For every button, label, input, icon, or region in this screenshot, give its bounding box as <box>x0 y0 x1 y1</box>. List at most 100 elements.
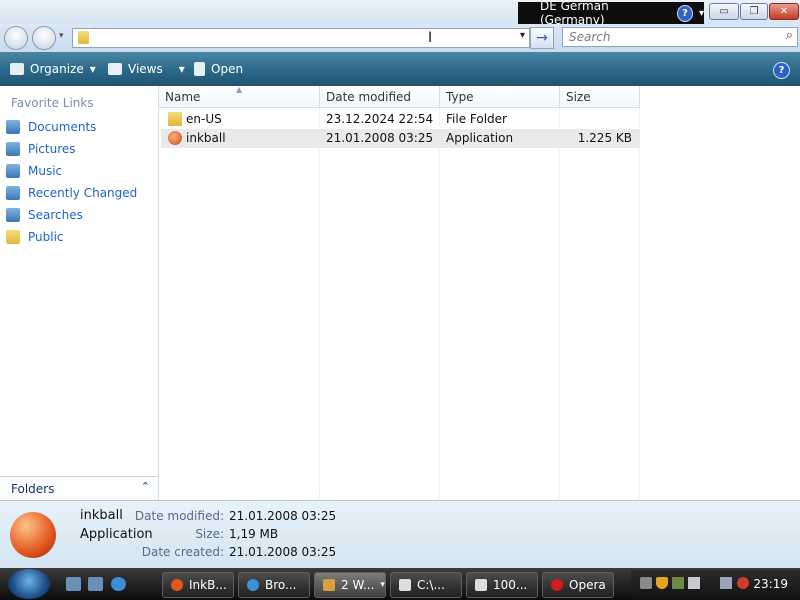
clock[interactable]: 23:19 <box>753 577 788 591</box>
minimize-button[interactable]: ▭ <box>709 3 739 20</box>
nav-item-public[interactable]: Public <box>6 230 64 244</box>
nav-item-label: Public <box>28 230 64 244</box>
nav-item-label: Pictures <box>28 142 76 156</box>
details-value-date-created: 21.01.2008 03:25 <box>229 545 337 559</box>
text-cursor-icon: I <box>428 30 433 46</box>
search-placeholder: Search <box>569 30 611 44</box>
sort-indicator-icon: ▲ <box>236 85 243 94</box>
nav-item-pictures[interactable]: Pictures <box>6 142 76 156</box>
nav-item-documents[interactable]: Documents <box>6 120 96 134</box>
language-help-icon[interactable]: ? <box>677 4 693 22</box>
security-shield-icon[interactable] <box>656 577 668 589</box>
file-row-en-us[interactable]: en-US 23.12.2024 22:54 File Folder <box>161 110 640 129</box>
column-header-size[interactable]: Size <box>560 86 640 108</box>
views-icon <box>108 63 122 75</box>
recently-changed-icon <box>6 186 20 200</box>
help-icon[interactable]: ? <box>773 62 790 79</box>
search-icon[interactable]: ⌕ <box>786 28 793 43</box>
details-label-size: Size: <box>195 527 224 541</box>
navigation-pane: Favorite Links Documents Pictures Music … <box>0 86 159 500</box>
back-button[interactable] <box>4 26 28 50</box>
chevron-down-icon: ▾ <box>178 62 185 76</box>
address-dropdown-icon[interactable]: ▾ <box>520 30 525 41</box>
column-header-date-modified[interactable]: Date modified <box>320 86 440 108</box>
go-button[interactable]: → <box>530 27 554 49</box>
tray-app-icon[interactable] <box>640 577 652 589</box>
open-button[interactable]: Open <box>194 62 243 76</box>
inkball-app-icon <box>10 512 56 558</box>
file-name: en-US <box>186 112 222 126</box>
nav-item-searches[interactable]: Searches <box>6 208 83 222</box>
forward-button[interactable] <box>32 26 56 50</box>
search-input[interactable]: Search ⌕ <box>562 27 798 47</box>
start-button[interactable] <box>8 569 50 599</box>
show-desktop-icon[interactable] <box>66 577 81 591</box>
maximize-button[interactable]: ❐ <box>740 3 768 20</box>
chevron-up-icon: ⌃ <box>140 480 150 493</box>
details-label-date-modified: Date modified: <box>134 509 224 523</box>
nav-item-label: Recently Changed <box>28 186 138 200</box>
details-value-date-modified: 21.01.2008 03:25 <box>229 509 337 523</box>
open-icon <box>194 62 205 76</box>
folder-icon <box>78 31 89 44</box>
task-label: 100... <box>493 578 528 592</box>
file-size: 1.225 KB <box>577 131 632 145</box>
nav-item-label: Documents <box>28 120 97 134</box>
views-label: Views <box>128 62 163 76</box>
tray-check-icon[interactable] <box>688 577 700 589</box>
tray-green-icon[interactable] <box>672 577 684 589</box>
task-label: 2 W... <box>341 578 375 592</box>
chevron-down-icon: ▾ <box>89 62 96 76</box>
7zip-icon <box>475 579 487 591</box>
switch-windows-icon[interactable] <box>88 577 103 591</box>
favorite-links-header: Favorite Links <box>11 96 94 110</box>
language-label: DE German (Germany) <box>540 0 609 27</box>
folders-label: Folders <box>11 482 55 496</box>
nav-item-label: Music <box>28 164 63 178</box>
task-opera[interactable]: Opera <box>542 572 614 598</box>
nav-item-recently-changed[interactable]: Recently Changed <box>6 186 137 200</box>
nav-item-music[interactable]: Music <box>6 164 62 178</box>
language-bar[interactable]: DE German (Germany) ? ▾ <box>518 0 704 27</box>
recent-pages-icon[interactable]: ▾ <box>59 31 64 41</box>
column-divider <box>559 108 560 500</box>
task-browser[interactable]: Bro... <box>238 572 310 598</box>
address-bar[interactable]: I ▾ <box>72 28 530 48</box>
inkball-app-icon <box>168 131 182 145</box>
opera-icon <box>551 579 563 591</box>
column-header-type[interactable]: Type <box>440 86 560 108</box>
task-label: Opera <box>569 578 606 592</box>
file-row-inkball[interactable]: inkball 21.01.2008 03:25 Application 1.2… <box>161 129 640 148</box>
file-date: 23.12.2024 22:54 <box>326 112 434 126</box>
organize-button[interactable]: Organize ▾ <box>10 62 96 76</box>
views-button[interactable]: Views ▾ <box>108 62 185 76</box>
column-divider <box>319 108 320 500</box>
task-label: Bro... <box>265 578 297 592</box>
task-explorer-group[interactable]: 2 W... ▾ <box>314 572 386 598</box>
open-label: Open <box>211 62 244 76</box>
task-7zip-1[interactable]: C:\... <box>390 572 462 598</box>
task-inkball[interactable]: InkB... <box>162 572 234 598</box>
command-bar: Organize ▾ Views ▾ Open ? <box>0 52 800 86</box>
nav-item-label: Searches <box>28 208 83 222</box>
folder-icon <box>6 230 20 244</box>
folders-toggle[interactable]: Folders ⌃ <box>0 476 158 501</box>
file-type: File Folder <box>446 112 507 126</box>
close-button[interactable]: ✕ <box>769 3 799 20</box>
task-7zip-2[interactable]: 100... <box>466 572 538 598</box>
internet-explorer-icon[interactable] <box>111 577 126 591</box>
music-icon <box>6 164 20 178</box>
internet-explorer-icon <box>247 579 259 591</box>
folder-icon <box>323 579 335 591</box>
network-icon[interactable] <box>720 577 732 589</box>
column-divider <box>439 108 440 500</box>
details-label-date-created: Date created: <box>141 545 224 559</box>
documents-icon <box>6 120 20 134</box>
file-name: inkball <box>186 131 226 145</box>
language-options-icon[interactable]: ▾ <box>699 8 704 19</box>
folder-icon <box>168 112 182 126</box>
organize-label: Organize <box>30 62 84 76</box>
organize-icon <box>10 63 24 75</box>
volume-muted-icon[interactable] <box>737 577 749 589</box>
inkball-app-icon <box>171 579 183 591</box>
